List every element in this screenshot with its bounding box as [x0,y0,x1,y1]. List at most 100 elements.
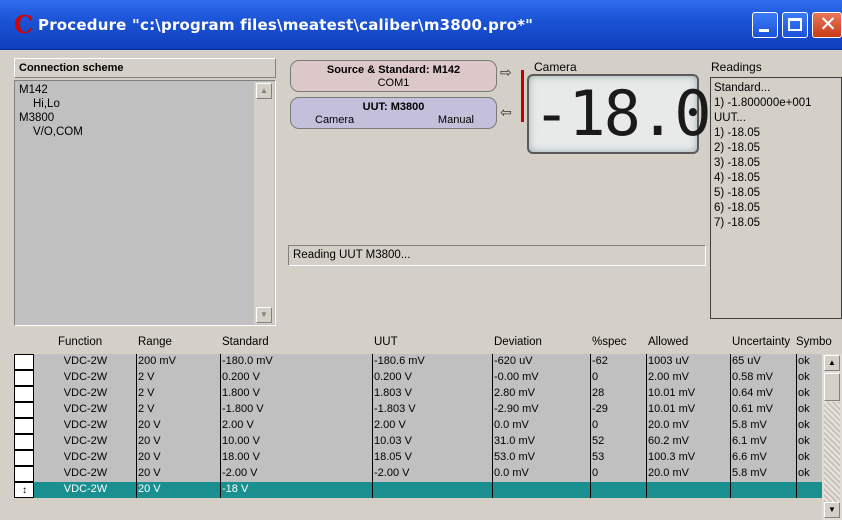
connection-item[interactable]: Hi,Lo [17,97,253,111]
cell-standard[interactable]: 1.800 V [220,386,372,402]
cell-deviation[interactable]: 2.80 mV [492,386,590,402]
table-row[interactable]: VDC-2W 20 V 2.00 V 2.00 V 0.0 mV 0 20.0 mV 5.8 … [14,418,822,434]
cell-uut[interactable]: 1.803 V [372,386,492,402]
table-row[interactable]: VDC-2W 2 V 1.800 V 1.803 V 2.80 mV 28 10.01 mV… [14,386,822,402]
connection-scrollbar[interactable]: ▲ ▼ [254,82,274,324]
cell-range[interactable]: 20 V [136,466,220,482]
scroll-up-button[interactable]: ▲ [256,83,272,99]
cell-standard[interactable]: 2.00 V [220,418,372,434]
connection-item[interactable]: M142 [17,83,253,97]
cell-allowed[interactable] [646,482,730,498]
cell-range[interactable]: 20 V [136,450,220,466]
col-allowed[interactable]: Allowed [648,336,688,348]
cell-spec[interactable]: 28 [590,386,646,402]
cell-standard[interactable]: -1.800 V [220,402,372,418]
cell-standard[interactable]: 18.00 V [220,450,372,466]
cell-function[interactable]: VDC-2W [34,466,136,482]
cell-allowed[interactable]: 1003 uV [646,354,730,370]
cell-spec[interactable]: -29 [590,402,646,418]
cell-deviation[interactable]: 53.0 mV [492,450,590,466]
cell-function[interactable]: VDC-2W [34,354,136,370]
cell-function[interactable]: VDC-2W [34,402,136,418]
cell-uncertainty[interactable]: 6.6 mV [730,450,796,466]
cell-standard[interactable]: -18 V [220,482,372,498]
cell-allowed[interactable]: 100.3 mV [646,450,730,466]
row-selector[interactable] [14,466,34,482]
cell-allowed[interactable]: 2.00 mV [646,370,730,386]
table-row[interactable]: ↕ VDC-2W 20 V -18 V [14,482,822,498]
cell-allowed[interactable]: 10.01 mV [646,386,730,402]
minimize-button[interactable] [752,12,778,38]
results-table[interactable]: VDC-2W 200 mV -180.0 mV -180.6 mV -620 uV -62… [14,354,822,520]
cell-uncertainty[interactable]: 5.8 mV [730,466,796,482]
cell-symbol[interactable]: ok [796,434,822,450]
cell-deviation[interactable]: -2.90 mV [492,402,590,418]
cell-symbol[interactable]: ok [796,466,822,482]
cell-function[interactable]: VDC-2W [34,482,136,498]
title-bar[interactable]: C Procedure "c:\program files\meatest\ca… [0,0,842,50]
row-selector[interactable] [14,370,34,386]
cell-uncertainty[interactable]: 6.1 mV [730,434,796,450]
table-row[interactable]: VDC-2W 200 mV -180.0 mV -180.6 mV -620 uV -62… [14,354,822,370]
row-selector[interactable] [14,402,34,418]
cell-symbol[interactable]: ok [796,354,822,370]
cell-function[interactable]: VDC-2W [34,434,136,450]
cell-symbol[interactable]: ok [796,450,822,466]
cell-spec[interactable]: -62 [590,354,646,370]
cell-standard[interactable]: 0.200 V [220,370,372,386]
cell-uncertainty[interactable]: 0.64 mV [730,386,796,402]
cell-symbol[interactable]: ok [796,402,822,418]
row-selector[interactable] [14,418,34,434]
cell-range[interactable]: 20 V [136,482,220,498]
cell-range[interactable]: 20 V [136,434,220,450]
table-scrollbar[interactable]: ▲ ▼ [822,354,842,520]
cell-spec[interactable]: 0 [590,466,646,482]
col-uut[interactable]: UUT [374,336,398,348]
row-selector[interactable] [14,386,34,402]
cell-function[interactable]: VDC-2W [34,386,136,402]
cell-spec[interactable]: 52 [590,434,646,450]
readings-panel[interactable]: Standard... 1) -1.800000e+001 UUT... 1) -18… [710,77,842,319]
maximize-button[interactable] [782,12,808,38]
cell-range[interactable]: 20 V [136,418,220,434]
cell-function[interactable]: VDC-2W [34,370,136,386]
cell-uut[interactable]: 2.00 V [372,418,492,434]
scroll-down-button[interactable]: ▼ [256,307,272,323]
cell-standard[interactable]: -180.0 mV [220,354,372,370]
cell-deviation[interactable]: -0.00 mV [492,370,590,386]
cell-uncertainty[interactable]: 0.58 mV [730,370,796,386]
cell-range[interactable]: 2 V [136,386,220,402]
col-spec[interactable]: %spec [592,336,627,348]
cell-uut[interactable]: -2.00 V [372,466,492,482]
row-selector[interactable] [14,434,34,450]
table-row[interactable]: VDC-2W 20 V -2.00 V -2.00 V 0.0 mV 0 20.0 mV 5.… [14,466,822,482]
cell-uncertainty[interactable]: 65 uV [730,354,796,370]
close-button[interactable]: ✕ [812,12,842,38]
col-uncertainty[interactable]: Uncertainty [732,336,790,348]
table-row[interactable]: VDC-2W 2 V 0.200 V 0.200 V -0.00 mV 0 2.00 mV 0… [14,370,822,386]
cell-symbol[interactable]: ok [796,386,822,402]
table-row[interactable]: VDC-2W 20 V 10.00 V 10.03 V 31.0 mV 52 60.2 mV… [14,434,822,450]
row-selector[interactable] [14,354,34,370]
cell-uut[interactable]: 18.05 V [372,450,492,466]
col-range[interactable]: Range [138,336,172,348]
cell-symbol[interactable] [796,482,822,498]
cell-deviation[interactable]: 31.0 mV [492,434,590,450]
cell-spec[interactable] [590,482,646,498]
cell-uut[interactable]: -180.6 mV [372,354,492,370]
cell-allowed[interactable]: 60.2 mV [646,434,730,450]
table-scroll-track[interactable] [824,402,840,502]
row-selector[interactable] [14,450,34,466]
cell-range[interactable]: 200 mV [136,354,220,370]
cell-uut[interactable] [372,482,492,498]
table-scroll-up-button[interactable]: ▲ [824,355,840,371]
cell-allowed[interactable]: 20.0 mV [646,466,730,482]
cell-allowed[interactable]: 10.01 mV [646,402,730,418]
table-row[interactable]: VDC-2W 20 V 18.00 V 18.05 V 53.0 mV 53 100.3 m… [14,450,822,466]
cell-allowed[interactable]: 20.0 mV [646,418,730,434]
connection-scheme-list[interactable]: M142 Hi,Lo M3800 V/O,COM ▲ ▼ [14,80,276,326]
cell-uut[interactable]: 0.200 V [372,370,492,386]
col-symbol[interactable]: Symbo [796,336,832,348]
connection-item[interactable]: V/O,COM [17,125,253,139]
col-function[interactable]: Function [58,336,102,348]
